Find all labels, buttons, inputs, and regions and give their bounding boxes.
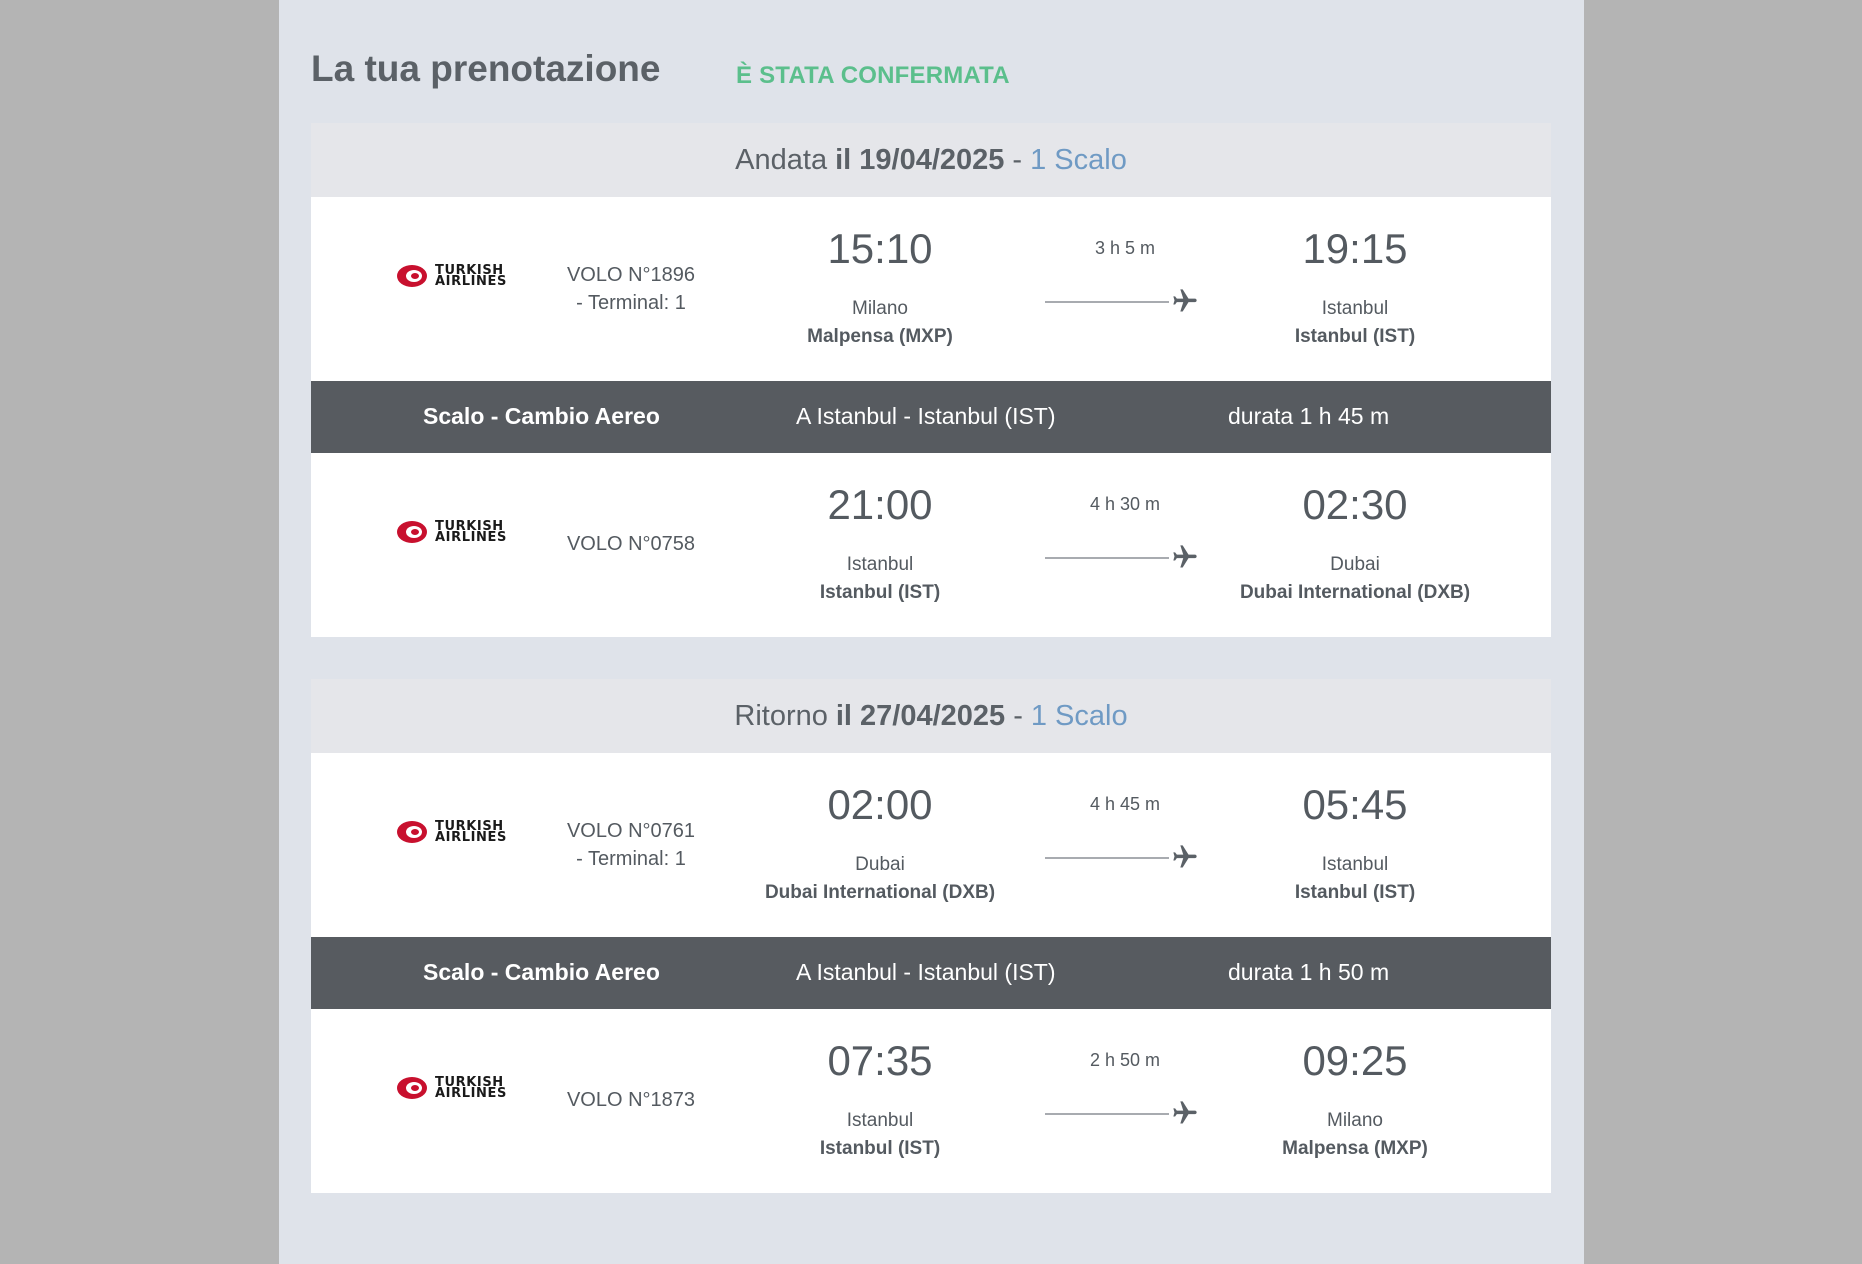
arrival-airport: Malpensa (MXP) — [1282, 1138, 1428, 1159]
arrival-airport: Dubai International (DXB) — [1239, 582, 1471, 603]
turkish-airlines-icon — [397, 821, 427, 843]
flight-duration: 2 h 50 m — [1089, 1050, 1161, 1070]
outbound-header: Andata il 19/04/2025 - 1 Scalo — [311, 123, 1551, 197]
arrival-city: Milano — [1327, 1110, 1383, 1131]
flight-number-text: VOLO N°0761 — [566, 820, 696, 842]
layover-bar: Scalo - Cambio Aereo A Istanbul - Istanb… — [311, 381, 1551, 453]
arrival-time: 02:30 — [1302, 481, 1408, 528]
return-header: Ritorno il 27/04/2025 - 1 Scalo — [311, 679, 1551, 753]
flight-number-text: VOLO N°1873 — [566, 1089, 696, 1111]
layover-type: Scalo - Cambio Aereo — [423, 403, 660, 429]
page-title: La tua prenotazione — [311, 48, 661, 89]
outbound-label: Andata — [735, 143, 828, 176]
booking-status: È STATA CONFERMATA — [736, 62, 1010, 89]
departure-airport: Istanbul (IST) — [819, 582, 941, 603]
layover-type: Scalo - Cambio Aereo — [423, 959, 660, 985]
airline-name-line2: AIRLINES — [435, 830, 507, 845]
arrival-city: Istanbul — [1321, 298, 1389, 319]
terminal-text: - Terminal: 1 — [576, 292, 686, 314]
arrival-location: Dubai Dubai International (DXB) — [1205, 551, 1505, 607]
departure-location: Dubai Dubai International (DXB) — [730, 851, 1030, 907]
airline-logo: TURKISH AIRLINES — [397, 820, 507, 845]
airline-name-line2: AIRLINES — [435, 1086, 507, 1101]
arrival-time: 05:45 — [1302, 781, 1408, 828]
flight-number: VOLO N°1873 — [531, 1086, 731, 1114]
outbound-stops: 1 Scalo — [1030, 143, 1127, 176]
flight-duration: 4 h 45 m — [1089, 794, 1161, 814]
flight-row: TURKISH AIRLINES VOLO N°1896 - Terminal:… — [311, 197, 1551, 381]
flight-duration: 4 h 30 m — [1089, 494, 1161, 514]
layover-place: A Istanbul - Istanbul (IST) — [796, 959, 1056, 985]
departure-time: 15:10 — [827, 225, 933, 272]
turkish-airlines-icon — [397, 265, 427, 287]
departure-city: Milano — [852, 298, 908, 319]
departure-city: Istanbul — [846, 554, 914, 575]
airline-name-line2: AIRLINES — [435, 530, 507, 545]
airplane-icon — [1173, 845, 1197, 868]
departure-airport: Malpensa (MXP) — [807, 326, 953, 347]
airplane-icon — [1173, 289, 1197, 312]
departure-time: 21:00 — [827, 481, 933, 528]
return-stops: 1 Scalo — [1030, 699, 1128, 732]
turkish-airlines-icon — [397, 521, 427, 543]
return-section: Ritorno il 27/04/2025 - 1 Scalo TURKISH … — [311, 679, 1551, 1193]
arrival-city: Dubai — [1330, 554, 1380, 575]
departure-time: 07:35 — [827, 1037, 933, 1084]
airline-logo: TURKISH AIRLINES — [397, 520, 507, 545]
flight-number: VOLO N°0761 - Terminal: 1 — [531, 817, 731, 873]
arrival-airport: Istanbul (IST) — [1294, 326, 1416, 347]
route-line — [1045, 1113, 1169, 1115]
layover-place: A Istanbul - Istanbul (IST) — [796, 403, 1056, 429]
airline-logo: TURKISH AIRLINES — [397, 1076, 507, 1101]
flight-duration: 3 h 5 m — [1094, 238, 1156, 258]
terminal-text: - Terminal: 1 — [576, 848, 686, 870]
route-line — [1045, 557, 1169, 559]
departure-time: 02:00 — [827, 781, 933, 828]
flight-row: TURKISH AIRLINES VOLO N°1873 07:35 Istan… — [311, 1009, 1551, 1193]
arrival-location: Istanbul Istanbul (IST) — [1205, 295, 1505, 351]
flight-number-text: VOLO N°1896 — [566, 264, 696, 286]
route-line — [1045, 857, 1169, 859]
departure-location: Istanbul Istanbul (IST) — [730, 551, 1030, 607]
layover-duration: durata 1 h 50 m — [1228, 959, 1390, 985]
arrival-city: Istanbul — [1321, 854, 1389, 875]
departure-location: Milano Malpensa (MXP) — [730, 295, 1030, 351]
flight-number-text: VOLO N°0758 — [566, 533, 696, 555]
flight-number: VOLO N°0758 — [531, 530, 731, 558]
airline-name-line2: AIRLINES — [435, 274, 507, 289]
arrival-location: Milano Malpensa (MXP) — [1205, 1107, 1505, 1163]
arrival-airport: Istanbul (IST) — [1294, 882, 1416, 903]
departure-airport: Dubai International (DXB) — [764, 882, 996, 903]
arrival-time: 19:15 — [1302, 225, 1408, 272]
airline-logo: TURKISH AIRLINES — [397, 264, 507, 289]
outbound-date: il 19/04/2025 — [835, 143, 1005, 176]
turkish-airlines-icon — [397, 1077, 427, 1099]
return-separator: - — [1013, 699, 1023, 732]
return-date: il 27/04/2025 — [835, 699, 1006, 732]
arrival-time: 09:25 — [1302, 1037, 1408, 1084]
arrival-location: Istanbul Istanbul (IST) — [1205, 851, 1505, 907]
outbound-section: Andata il 19/04/2025 - 1 Scalo TURKISH A… — [311, 123, 1551, 637]
flight-row: TURKISH AIRLINES VOLO N°0758 21:00 Istan… — [311, 453, 1551, 637]
return-label: Ritorno — [734, 699, 828, 732]
outbound-separator: - — [1012, 143, 1023, 176]
departure-location: Istanbul Istanbul (IST) — [730, 1107, 1030, 1163]
departure-city: Dubai — [855, 854, 905, 875]
route-line — [1045, 301, 1169, 303]
airplane-icon — [1173, 1101, 1197, 1124]
layover-duration: durata 1 h 45 m — [1228, 403, 1390, 429]
layover-bar: Scalo - Cambio Aereo A Istanbul - Istanb… — [311, 937, 1551, 1009]
departure-city: Istanbul — [846, 1110, 914, 1131]
departure-airport: Istanbul (IST) — [819, 1138, 941, 1159]
flight-row: TURKISH AIRLINES VOLO N°0761 - Terminal:… — [311, 753, 1551, 937]
airplane-icon — [1173, 545, 1197, 568]
flight-number: VOLO N°1896 - Terminal: 1 — [531, 261, 731, 317]
booking-page: La tua prenotazione È STATA CONFERMATA A… — [279, 0, 1584, 1264]
